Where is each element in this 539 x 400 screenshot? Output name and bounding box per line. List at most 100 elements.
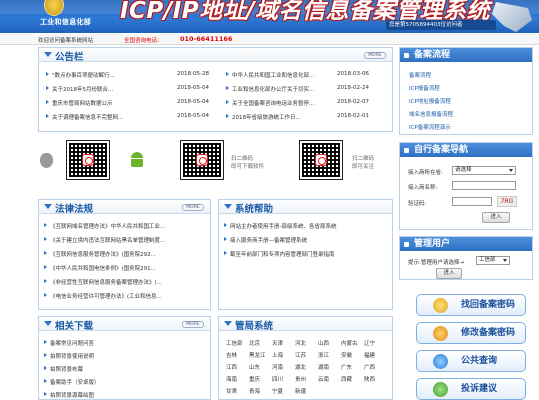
self-filing-title: 自行备案导航 — [400, 143, 532, 157]
province-link[interactable]: 海南 — [226, 375, 237, 383]
law-item[interactable]: 《互联网域名管理办法》中华人民共和国工业... — [44, 222, 206, 230]
downloads-header: 相关下载 MORE — [39, 317, 210, 332]
province-link[interactable]: 浙江 — [318, 351, 329, 359]
process-link[interactable]: 域名信息报备流程 — [409, 110, 453, 118]
province-link[interactable]: 西藏 — [341, 375, 352, 383]
announcement-item[interactable]: 工业和信息化部办公厅关于切实... — [226, 85, 332, 93]
province-link[interactable]: 重庆 — [249, 375, 260, 383]
province-link[interactable]: 四川 — [272, 375, 283, 383]
help-title: 系统帮助 — [235, 204, 274, 215]
download-item[interactable]: 备案常见问题问答 — [44, 339, 204, 347]
apple-icon — [40, 153, 53, 168]
province-link[interactable]: 宁夏 — [272, 387, 283, 395]
help-item[interactable]: 接入服务商手册—备案管理系统 — [224, 236, 388, 244]
announcement-item[interactable]: 关于2018年5月份联合... — [46, 85, 171, 93]
province-link[interactable]: 上海 — [272, 351, 283, 359]
captcha-label: 验证码: — [408, 201, 427, 207]
province-link[interactable]: 天津 — [272, 339, 283, 347]
province-link[interactable]: 山东 — [249, 363, 260, 371]
visitor-counter: 您是第5705894403位访问者 — [386, 20, 496, 30]
announcement-item[interactable]: 2018年省级旅游统工作日... — [226, 113, 332, 121]
nav-submit-button[interactable]: 进入 — [482, 212, 510, 223]
province-link[interactable]: 山西 — [318, 339, 329, 347]
hotline-number: 010-66411166 — [180, 35, 233, 43]
announcement-item-text: 关于全国备案咨询电话业务暂停... — [232, 101, 315, 107]
qr-logo-icon — [196, 154, 208, 166]
process-link[interactable]: ICP报备流程 — [409, 84, 440, 92]
announcement-more-button[interactable]: MORE — [364, 52, 386, 59]
bullet-icon — [226, 72, 229, 76]
law-item-text: 《互联网域名管理办法》中华人民共和国工业... — [50, 224, 166, 230]
announcement-item[interactable]: "数点办事百项便动解行... — [46, 71, 171, 79]
province-link[interactable]: 青海 — [249, 387, 260, 395]
bullet-icon — [44, 223, 47, 227]
key-icon — [433, 298, 448, 313]
download-item[interactable]: 拍照背景布幕 — [44, 365, 204, 373]
province-link[interactable]: 辽宁 — [364, 339, 375, 347]
province-link[interactable]: 河北 — [295, 339, 306, 347]
province-link[interactable]: 北京 — [249, 339, 260, 347]
downloads-more-button[interactable]: MORE — [182, 321, 204, 328]
law-item[interactable]: 《非经营性互联网信息服务备案管理办法》(... — [44, 278, 206, 286]
province-link[interactable]: 新疆 — [295, 387, 306, 395]
announcement-item[interactable]: 中华人民共和国工业和信息化部... — [226, 71, 332, 79]
process-link[interactable]: ICP地址报备流程 — [409, 97, 451, 105]
announcement-date: 2018-02-07 — [337, 99, 369, 105]
province-link[interactable]: 陕西 — [364, 375, 375, 383]
bullet-icon — [224, 251, 227, 255]
province-link[interactable]: 江西 — [226, 363, 237, 371]
process-link[interactable]: 备案流程 — [409, 71, 431, 79]
province-link[interactable]: 甘肃 — [226, 387, 237, 395]
ios-qr-code — [66, 140, 110, 180]
complaint-button[interactable]: 投诉建议 — [416, 378, 526, 400]
announcement-item[interactable]: 重庆市管局网站数据公示 — [46, 99, 171, 107]
change-password-button[interactable]: 修改备案密码 — [416, 322, 526, 344]
law-item[interactable]: 《互联网信息服务管理办法》(国务院292... — [44, 250, 206, 258]
province-link[interactable]: 广西 — [364, 363, 375, 371]
announcement-item[interactable]: 关于全国备案咨询电话业务暂停... — [226, 99, 332, 107]
announcement-item[interactable]: 关于调理备案信息不完整网... — [46, 113, 171, 121]
captcha-image[interactable]: 7RG — [497, 196, 517, 207]
province-link[interactable]: 福建 — [364, 351, 375, 359]
recover-password-button[interactable]: 找回备案密码 — [416, 294, 526, 316]
chevron-down-icon — [224, 204, 232, 209]
bullet-icon — [44, 379, 47, 383]
download-item[interactable]: 备案助手（安卓版） — [44, 378, 204, 386]
province-link[interactable]: 工信部 — [226, 339, 243, 347]
province-link[interactable]: 湖北 — [295, 363, 306, 371]
province-link[interactable]: 江苏 — [295, 351, 306, 359]
law-item[interactable]: 《关于建立境内违法互联网站黑名单管理制度... — [44, 236, 206, 244]
law-item-text: 《关于建立境内违法互联网站黑名单管理制度... — [50, 238, 166, 244]
announcement-date: 2018-03-06 — [337, 71, 369, 77]
province-link[interactable]: 贵州 — [295, 375, 306, 383]
provider-name-input[interactable] — [452, 181, 516, 190]
admin-select[interactable]: 工信部 — [476, 256, 510, 265]
law-item[interactable]: 《电信业务经营许可管理办法》(工业和信息... — [44, 292, 206, 300]
law-item[interactable]: 《中华人民共和国电信条例》(国务院291... — [44, 264, 206, 272]
ministry-name: 工业和信息化部 — [40, 18, 92, 26]
province-link[interactable]: 内蒙古 — [341, 339, 358, 347]
help-item[interactable]: 截至年前部门和专项内容管理部门登录指南 — [224, 250, 388, 258]
download-caption: 扫二维码 即可下载软件 — [231, 156, 265, 170]
download-item[interactable]: 拍照背景使用说明 — [44, 352, 204, 360]
province-link[interactable]: 广东 — [341, 363, 352, 371]
laws-more-button[interactable]: MORE — [182, 204, 204, 211]
province-link[interactable]: 云南 — [318, 375, 329, 383]
bullet-icon — [46, 114, 49, 118]
announcement-date: 2018-05-04 — [177, 99, 209, 105]
public-query-button[interactable]: 公共查询 — [416, 350, 526, 372]
process-link[interactable]: ICP备案流程演示 — [409, 123, 451, 131]
province-link[interactable]: 河南 — [272, 363, 283, 371]
province-link[interactable]: 安徽 — [341, 351, 352, 359]
download-item[interactable]: 拍照背景源幕绘图 — [44, 391, 204, 399]
chevron-down-icon — [224, 321, 232, 326]
province-link[interactable]: 黑龙江 — [249, 351, 266, 359]
province-link[interactable]: 湖南 — [318, 363, 329, 371]
bullet-icon — [44, 392, 47, 396]
announcement-item-text: "数点办事百项便动解行... — [52, 73, 115, 79]
admin-go-button[interactable]: 进入 — [436, 268, 462, 279]
province-link[interactable]: 吉林 — [226, 351, 237, 359]
help-item[interactable]: 网站主办者使用手册-部级系统、各省局系统 — [224, 222, 388, 230]
captcha-input[interactable] — [452, 197, 492, 206]
area-select[interactable]: 请选择 — [452, 166, 516, 175]
